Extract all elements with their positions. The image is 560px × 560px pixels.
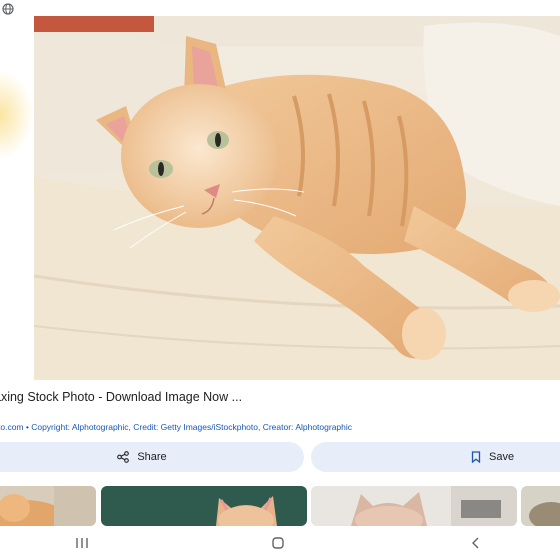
related-images-row <box>0 486 560 526</box>
image-source-credit[interactable]: to.com • Copyright: Alphotographic, Cred… <box>0 422 558 432</box>
cat-photo <box>34 16 560 380</box>
main-image[interactable] <box>34 16 560 380</box>
cat-thumbnail-4[interactable] <box>521 486 560 526</box>
cat-thumbnail-3[interactable] <box>311 486 517 526</box>
bookmark-icon <box>471 451 481 463</box>
cat-thumbnail-2[interactable] <box>101 486 307 526</box>
image-title[interactable]: axing Stock Photo - Download Image Now .… <box>0 390 554 404</box>
share-label: Share <box>137 451 167 463</box>
previous-image-edge[interactable] <box>0 70 34 160</box>
back-icon[interactable] <box>468 536 488 552</box>
save-button[interactable]: Save <box>311 442 560 472</box>
share-icon <box>117 451 130 463</box>
save-label: Save <box>489 451 515 463</box>
home-icon[interactable] <box>270 536 290 552</box>
share-button[interactable]: Share <box>0 442 304 472</box>
system-nav-bar <box>0 526 560 560</box>
recent-apps-icon[interactable] <box>74 536 94 552</box>
cat-thumbnail-1[interactable] <box>0 486 96 526</box>
globe-icon <box>2 2 14 15</box>
